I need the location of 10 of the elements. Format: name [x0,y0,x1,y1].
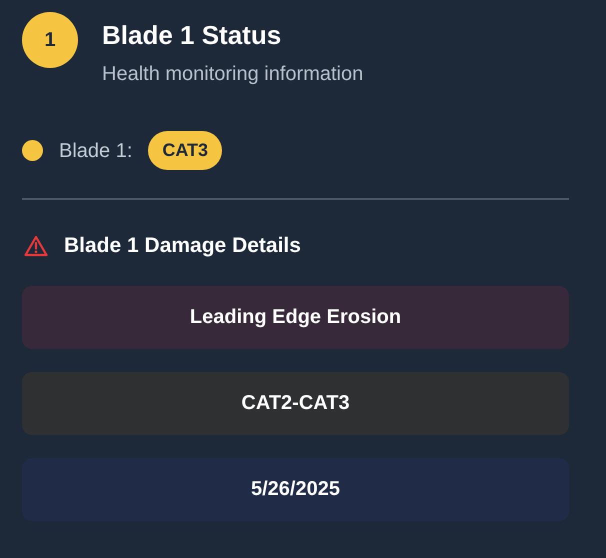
status-label: Blade 1: [59,138,132,164]
category-field: CAT2-CAT3 [22,372,569,435]
warning-icon [24,234,48,257]
number-circle: 1 [22,12,78,68]
date-field: 5/26/2025 [22,458,569,521]
section-title: Blade 1 Damage Details [64,233,301,260]
card-title: Blade 1 Status [102,20,282,52]
damage-type-field: Leading Edge Erosion [22,286,569,349]
card-subtitle: Health monitoring information [102,62,364,88]
status-badge: CAT3 [148,131,222,170]
